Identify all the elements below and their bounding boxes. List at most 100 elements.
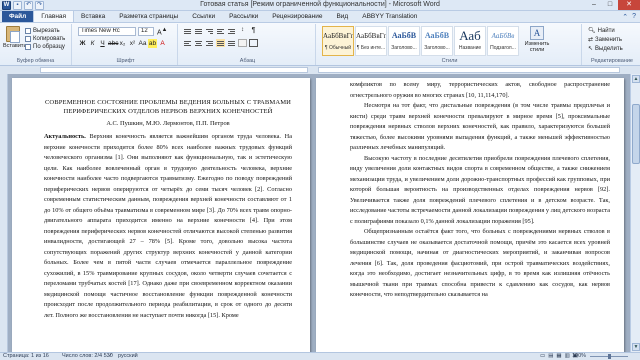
style-subtitle[interactable]: АаБбВв Подзагол... [487, 26, 519, 56]
tab-references[interactable]: Ссылки [185, 11, 222, 22]
bold-icon[interactable]: Ж [78, 39, 87, 48]
style-name: Заголово... [391, 45, 417, 51]
justify-icon[interactable] [216, 39, 225, 47]
tab-page-layout[interactable]: Разметка страницы [112, 11, 185, 22]
binoculars-icon: 🔍︎ [588, 28, 596, 34]
style-sample: АаБбВвГг [323, 32, 354, 40]
clipboard-group: Вставить Вырезать Копировать По образцу … [0, 24, 72, 65]
align-center-icon[interactable] [194, 39, 203, 47]
vertical-scrollbar[interactable]: ▲ ▼ [630, 74, 640, 352]
tab-abbyy[interactable]: ABBYY Translation [355, 11, 424, 22]
italic-icon[interactable]: К [88, 39, 97, 48]
show-marks-icon[interactable]: ¶ [249, 27, 258, 35]
ribbon-tabs: Файл Главная Вставка Разметка страницы С… [0, 10, 640, 23]
borders-icon[interactable] [249, 39, 258, 47]
tab-home[interactable]: Главная [33, 10, 75, 22]
page-count[interactable]: Страница: 1 из 16 [3, 353, 49, 360]
highlight-icon[interactable]: ab [148, 39, 157, 48]
bullets-icon[interactable] [183, 27, 192, 35]
tab-review[interactable]: Рецензирование [265, 11, 329, 22]
window-title: Готовая статья [Режим ограниченной функц… [200, 1, 440, 8]
change-styles-button[interactable]: A Изменить стили [524, 26, 550, 53]
tab-mailings[interactable]: Рассылки [222, 11, 265, 22]
paste-button[interactable]: Вставить [3, 26, 26, 54]
copy-button[interactable]: Копировать [25, 35, 65, 43]
superscript-icon[interactable]: x² [128, 39, 137, 48]
horizontal-ruler-right[interactable] [318, 67, 620, 73]
document-page-2[interactable]: комфликтов по всему миру, террористическ… [316, 78, 624, 358]
paragraph-text: Общепризнанным остаётся факт того, что б… [350, 228, 610, 298]
shading-icon[interactable] [238, 39, 247, 47]
document-workspace: СОВРЕМЕННОЕ СОСТОЯНИЕ ПРОБЛЕМЫ ВЕДЕНИЯ Б… [0, 74, 640, 358]
style-sample: АаБбВв [491, 32, 515, 40]
replace-label: Заменить [595, 37, 622, 43]
find-button[interactable]: 🔍︎ Найти [588, 27, 623, 36]
scroll-down-icon[interactable]: ▼ [632, 343, 640, 351]
style-name: ¶ Обычный [324, 45, 352, 51]
close-button[interactable]: ✕ [618, 0, 640, 10]
underline-icon[interactable]: Ч [98, 39, 107, 48]
copy-icon [25, 36, 31, 42]
select-button[interactable]: ↖ Выделить [588, 45, 623, 54]
ribbon-collapse-icon[interactable]: ⌃ [622, 13, 628, 21]
strikethrough-icon[interactable]: abc [108, 39, 118, 48]
style-heading-2[interactable]: АаБбВ Заголово... [421, 26, 453, 56]
font-color-icon[interactable]: A [158, 39, 167, 48]
format-painter-button[interactable]: По образцу [25, 43, 65, 51]
article-title: СОВРЕМЕННОЕ СОСТОЯНИЕ ПРОБЛЕМЫ ВЕДЕНИЯ Б… [44, 99, 292, 115]
scroll-thumb[interactable] [632, 104, 640, 164]
word-count[interactable]: Число слов: 2/4 530 [62, 353, 113, 360]
tab-insert[interactable]: Вставка [74, 11, 112, 22]
grow-font-icon[interactable]: A▲ [157, 27, 167, 36]
paragraph-text: Несмотря на тот факт, что дистальные пов… [350, 102, 610, 151]
zoom-level[interactable]: 100% [572, 353, 586, 360]
font-family-select[interactable]: Times New Rc [78, 27, 136, 36]
tab-view[interactable]: Вид [329, 11, 355, 22]
title-bar: W ▪ ↶ ↷ Готовая статья [Режим ограниченн… [0, 0, 640, 11]
style-title[interactable]: Ааб Название [454, 26, 486, 56]
paragraph-text: Верхняя конечность является важнейшим ор… [44, 133, 292, 319]
article-authors: А.С. Пушкин, М.Ю. Лермонтов, П.П. Петров [106, 120, 230, 127]
change-styles-label: Изменить стили [524, 41, 550, 53]
change-case-icon[interactable]: Aa [138, 39, 147, 48]
cut-button[interactable]: Вырезать [25, 27, 65, 35]
select-icon: ↖ [588, 46, 594, 52]
scroll-up-icon[interactable]: ▲ [632, 75, 640, 83]
tab-file[interactable]: Файл [2, 11, 34, 22]
vertical-ruler[interactable] [0, 74, 8, 352]
document-page-1[interactable]: СОВРЕМЕННОЕ СОСТОЯНИЕ ПРОБЛЕМЫ ВЕДЕНИЯ Б… [12, 78, 310, 358]
line-spacing-icon[interactable] [227, 39, 236, 47]
increase-indent-icon[interactable] [227, 27, 236, 35]
font-group-label: Шрифт [116, 58, 135, 64]
status-bar: Страница: 1 из 16 Число слов: 2/4 530 ✓ … [0, 352, 640, 360]
paragraph-group: ↕ ¶ Абзац [180, 24, 316, 65]
zoom-slider-knob[interactable] [608, 354, 611, 359]
help-icon[interactable]: ? [632, 13, 636, 20]
style-name: ¶ Без инте... [356, 45, 386, 51]
proofing-icon[interactable]: ✓ [108, 353, 113, 360]
maximize-button[interactable]: □ [602, 0, 618, 10]
editing-group-label: Редактирование [591, 58, 633, 64]
style-no-spacing[interactable]: АаБбВвГг ¶ Без инте... [355, 26, 387, 56]
align-right-icon[interactable] [205, 39, 214, 47]
subscript-icon[interactable]: x₂ [118, 39, 127, 48]
replace-button[interactable]: ⇄ Заменить [588, 36, 623, 45]
decrease-indent-icon[interactable] [216, 27, 225, 35]
ruler-row [0, 66, 640, 74]
minimize-button[interactable]: – [586, 0, 602, 10]
style-sample: АаБбВ [391, 31, 417, 40]
align-left-icon[interactable] [183, 39, 192, 47]
language-indicator[interactable]: русский [118, 353, 138, 360]
style-sample: АаБбВвГг [356, 32, 387, 40]
sort-icon[interactable]: ↕ [238, 27, 247, 35]
ribbon-right-controls: ⌃ ? [622, 11, 640, 22]
horizontal-ruler-left[interactable] [40, 67, 308, 73]
font-size-select[interactable]: 12 [138, 27, 154, 36]
brush-icon [25, 44, 31, 50]
multilevel-list-icon[interactable] [205, 27, 214, 35]
style-heading-1[interactable]: АаБбВ Заголово... [388, 26, 420, 56]
actuality-label: Актуальность. [44, 133, 86, 140]
style-normal[interactable]: АаБбВвГг ¶ Обычный [322, 26, 354, 56]
clipboard-group-label: Буфер обмена [16, 58, 55, 64]
numbering-icon[interactable] [194, 27, 203, 35]
